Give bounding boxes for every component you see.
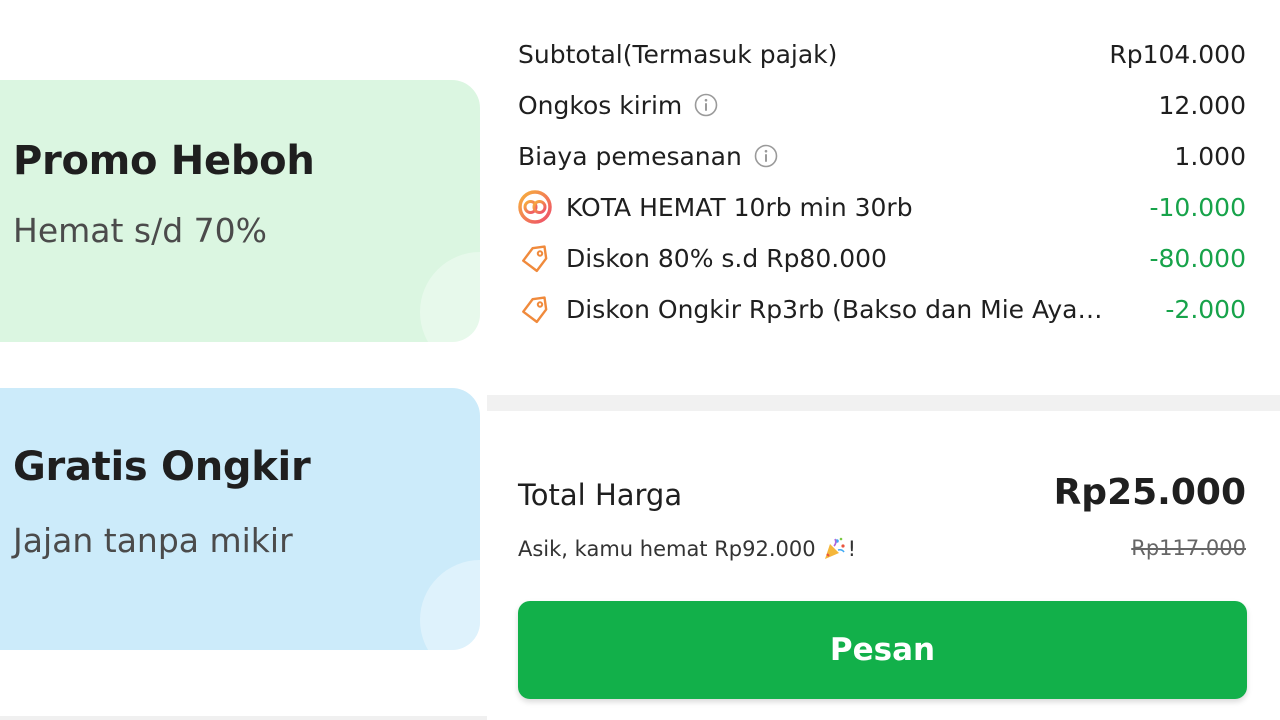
savings-message: Asik, kamu hemat Rp92.000 ! [518,535,856,563]
tag-icon [518,241,552,275]
order-fee-row: Biaya pemesanan 1.000 [518,136,1246,176]
gratis-ongkir-title: Gratis Ongkir [13,444,311,490]
tag-icon [518,292,552,326]
discount-label-group: KOTA HEMAT 10rb min 30rb [518,190,913,224]
discount-value: -2.000 [1165,294,1246,324]
delivery-fee-row: Ongkos kirim 12.000 [518,85,1246,125]
gratis-ongkir-card[interactable]: Gratis Ongkir Jajan tanpa mikir [0,388,480,650]
discount-value: -10.000 [1149,192,1247,222]
discount-label-group: Diskon 80% s.d Rp80.000 [518,241,887,275]
discount-value: -80.000 [1149,243,1247,273]
savings-text: Asik, kamu hemat Rp92.000 [518,537,816,561]
promo-panel: Promo Heboh Hemat s/d 70% Gratis Ongkir … [0,0,487,720]
delivery-fee-label-group: Ongkos kirim [518,91,718,120]
gratis-ongkir-subtitle: Jajan tanpa mikir [13,521,293,560]
discount-row: Diskon Ongkir Rp3rb (Bakso dan Mie Ayam.… [518,289,1246,329]
discount-row: Diskon 80% s.d Rp80.000 -80.000 [518,238,1246,278]
subtotal-label: Subtotal(Termasuk pajak) [518,39,838,69]
order-button[interactable]: Pesan [518,601,1247,699]
kota-hemat-icon [518,190,552,224]
discount-row: KOTA HEMAT 10rb min 30rb -10.000 [518,187,1246,227]
info-icon[interactable] [694,93,718,117]
order-fee-label: Biaya pemesanan [518,141,742,171]
delivery-fee-value: 12.000 [1158,90,1246,120]
total-value: Rp25.000 [1053,472,1246,513]
discount-label: Diskon Ongkir Rp3rb (Bakso dan Mie Ayam.… [566,294,1111,324]
discount-label: Diskon 80% s.d Rp80.000 [566,243,887,273]
payment-summary-panel: Subtotal(Termasuk pajak) Rp104.000 Ongko… [487,0,1280,720]
info-icon[interactable] [754,144,778,168]
promo-heboh-subtitle: Hemat s/d 70% [13,211,268,250]
order-fee-label-group: Biaya pemesanan [518,142,778,171]
discount-label: KOTA HEMAT 10rb min 30rb [566,192,913,222]
promo-heboh-card[interactable]: Promo Heboh Hemat s/d 70% [0,80,480,342]
section-divider [487,395,1280,411]
total-label: Total Harga [518,478,683,512]
savings-suffix: ! [847,537,857,561]
original-price: Rp117.000 [1131,536,1246,560]
delivery-fee-label: Ongkos kirim [518,90,683,120]
discount-label-group: Diskon Ongkir Rp3rb (Bakso dan Mie Ayam.… [518,292,1111,326]
party-popper-icon [820,535,848,563]
subtotal-row: Subtotal(Termasuk pajak) Rp104.000 [518,34,1246,74]
subtotal-value: Rp104.000 [1109,39,1246,69]
divider [0,716,487,720]
promo-heboh-title: Promo Heboh [13,138,315,184]
checkout-screen: Promo Heboh Hemat s/d 70% Gratis Ongkir … [0,0,1280,720]
order-fee-value: 1.000 [1174,141,1246,171]
